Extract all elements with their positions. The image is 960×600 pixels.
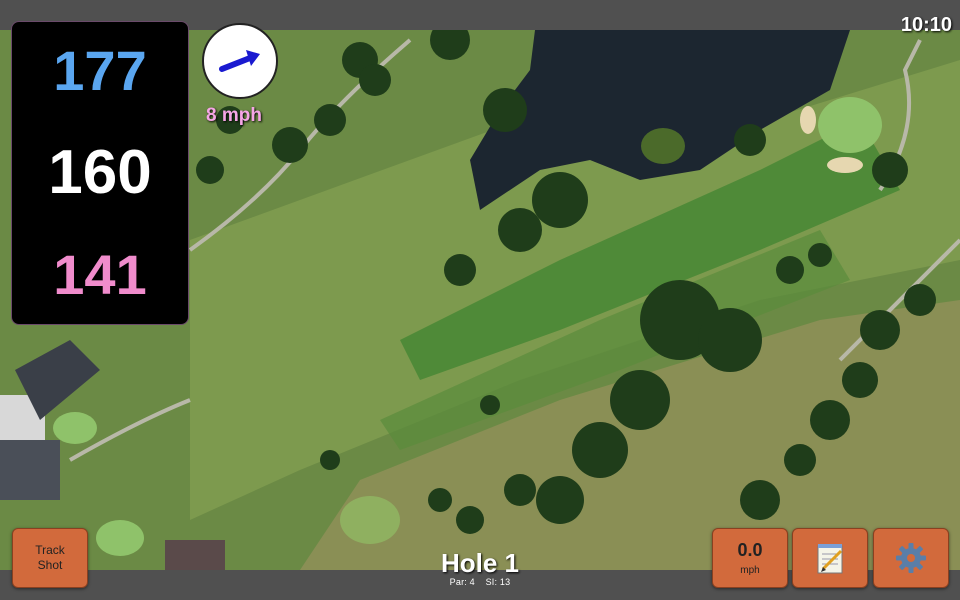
- speed-button[interactable]: 0.0 mph: [712, 528, 788, 588]
- hole-stroke-index: SI: 13: [485, 577, 511, 587]
- wind-arrow-icon: [219, 50, 260, 72]
- middle-distance: 160: [48, 137, 152, 207]
- settings-button[interactable]: [873, 528, 949, 588]
- notes-button[interactable]: [792, 528, 868, 588]
- gear-icon: [896, 543, 926, 573]
- notepad-icon: [817, 544, 843, 574]
- back-distance: 177: [53, 39, 147, 103]
- speed-unit: mph: [740, 565, 760, 576]
- hole-par: Par: 4: [449, 577, 475, 587]
- front-distance: 141: [53, 242, 147, 306]
- status-time: 10:10: [900, 14, 952, 36]
- wind-speed-label: 8 mph: [206, 105, 262, 126]
- distance-panel: 177 160 141: [11, 21, 189, 325]
- speed-value: 0.0: [737, 540, 763, 560]
- wind-indicator: [202, 23, 278, 99]
